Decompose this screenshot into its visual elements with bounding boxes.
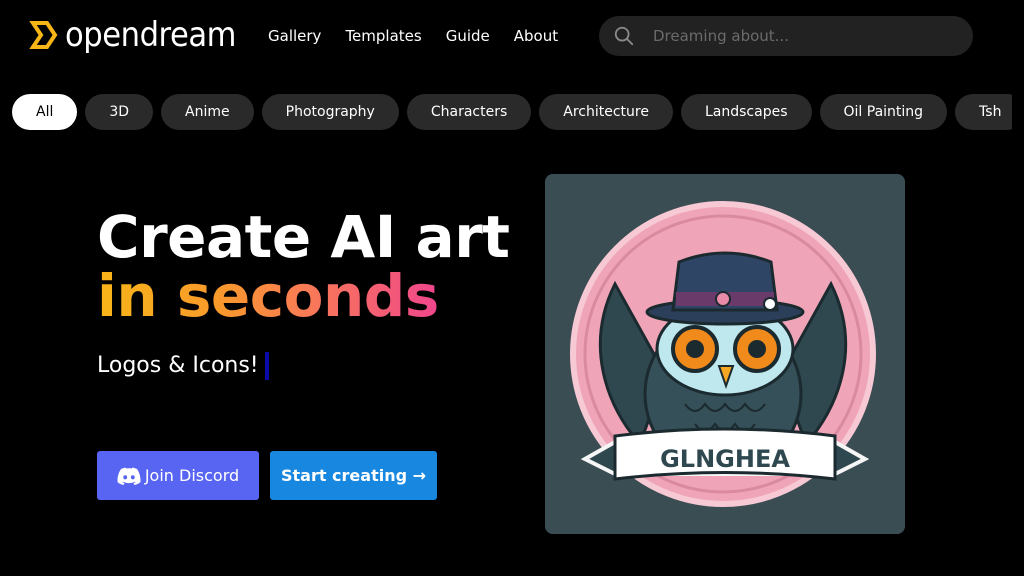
chip-anime[interactable]: Anime	[161, 94, 254, 130]
nav-about[interactable]: About	[514, 26, 558, 46]
owl-illustration: GLNGHEA	[545, 174, 905, 534]
join-discord-button[interactable]: Join Discord	[97, 451, 259, 500]
nav-guide[interactable]: Guide	[446, 26, 490, 46]
chip-3d[interactable]: 3D	[85, 94, 154, 130]
start-creating-label: Start creating →	[280, 466, 427, 485]
chip-tshirt[interactable]: Tsh	[955, 94, 1012, 130]
chip-landscapes[interactable]: Landscapes	[680, 94, 812, 130]
nav-gallery[interactable]: Gallery	[268, 26, 321, 46]
brand-name: opendream	[65, 15, 237, 55]
chip-photography[interactable]: Photography	[261, 94, 399, 130]
join-discord-label: Join Discord	[144, 466, 240, 485]
nav-templates[interactable]: Templates	[345, 26, 421, 46]
start-creating-button[interactable]: Start creating →	[270, 451, 437, 500]
search-bar[interactable]	[599, 16, 973, 56]
hero-subtitle: Logos & Icons!	[97, 351, 269, 381]
top-navbar: opendream Gallery Templates Guide About	[0, 0, 1024, 72]
brand-logo[interactable]: opendream	[27, 17, 255, 53]
opendream-logo-icon	[29, 21, 58, 49]
chip-all[interactable]: All	[12, 94, 78, 130]
chip-oil-painting[interactable]: Oil Painting	[819, 94, 948, 130]
chip-architecture[interactable]: Architecture	[539, 94, 673, 130]
category-chips: All 3D Anime Photography Characters Architect…	[12, 94, 1012, 130]
search-icon	[614, 26, 634, 46]
chip-characters[interactable]: Characters	[406, 94, 532, 130]
discord-icon	[117, 467, 141, 485]
search-input[interactable]	[651, 26, 955, 46]
hero-title-gradient: in seconds	[97, 262, 439, 330]
typing-cursor	[264, 352, 269, 380]
typing-text: Logos & Icons!	[97, 353, 259, 378]
main-nav: Gallery Templates Guide About	[268, 26, 582, 46]
hero-owl-logo-image: GLNGHEA	[545, 174, 905, 534]
hero-title: Create AI art	[97, 203, 510, 271]
owl-banner-text: GLNGHEA	[660, 445, 790, 473]
